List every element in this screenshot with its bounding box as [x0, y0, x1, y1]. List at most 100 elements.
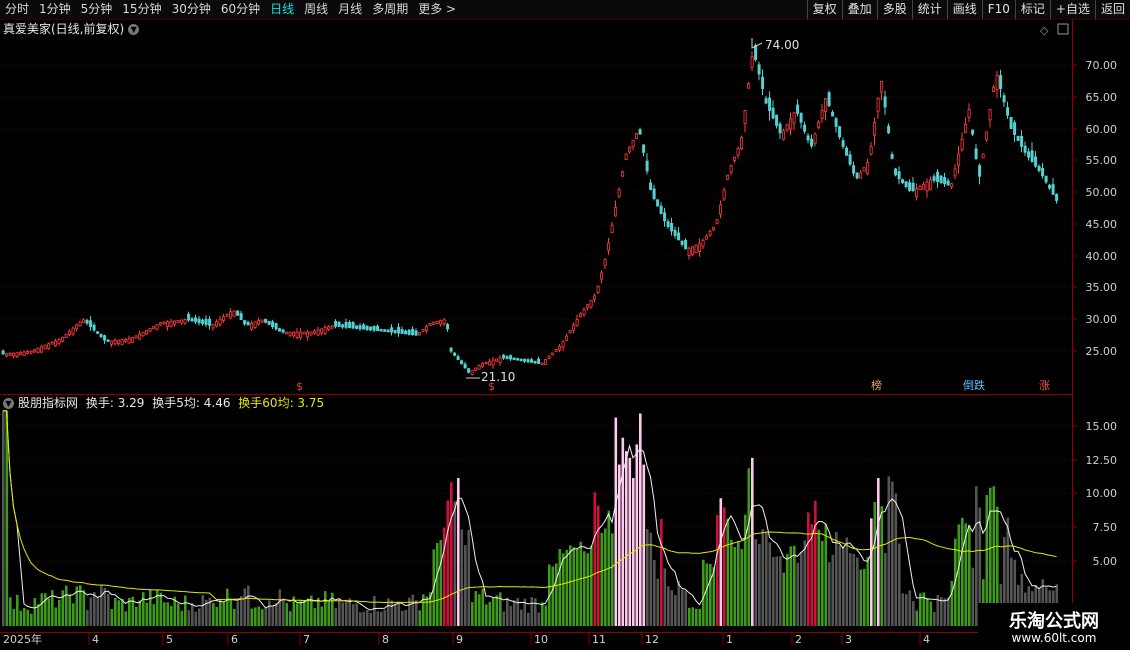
turnover-bar	[383, 609, 387, 626]
turnover-bar	[971, 567, 975, 626]
date-label: 10	[534, 633, 548, 646]
signal-marker: $	[296, 380, 303, 393]
candle-body	[1030, 150, 1034, 163]
candle-body	[54, 340, 58, 347]
turnover-bar	[586, 553, 590, 626]
candle-body	[775, 114, 779, 126]
turnover-bar	[709, 563, 712, 626]
turnover-bar	[184, 595, 187, 626]
turnover-bar	[89, 597, 93, 626]
candle-body	[372, 325, 376, 331]
date-label: 7	[303, 633, 310, 646]
candle-body	[834, 118, 838, 127]
candle-body	[603, 259, 607, 266]
turnover-bar	[814, 500, 817, 626]
turnover-bar	[198, 608, 201, 626]
turnover-bar	[306, 598, 310, 626]
candle-body	[691, 246, 695, 256]
turnover-bar	[635, 444, 639, 626]
candle-body	[190, 318, 194, 322]
turnover-bar	[61, 590, 65, 626]
turnover-bar	[341, 602, 345, 626]
turnover-bar	[446, 500, 450, 626]
turnover-value: 换手: 3.29	[85, 396, 145, 410]
candle-body	[404, 330, 408, 335]
candle-body	[302, 331, 306, 335]
candle-body	[999, 75, 1003, 89]
signal-marker: 榜	[871, 379, 882, 392]
turnover-bar	[425, 596, 429, 626]
candle-body	[547, 355, 551, 359]
candle-body	[883, 96, 887, 108]
turnover-bar	[950, 580, 954, 626]
turnover-bar	[579, 541, 583, 626]
candle-body	[180, 319, 184, 324]
turnover-bar	[723, 507, 726, 626]
candle-body	[841, 140, 845, 147]
turnover-bar	[940, 597, 943, 626]
indicator-legend: ▼ 股朋指标网 换手: 3.29 换手5均: 4.46 换手60均: 3.75	[3, 396, 328, 410]
turnover-bar	[100, 584, 103, 626]
candle-body	[22, 351, 26, 356]
turnover-bar	[240, 596, 243, 626]
turnover-bar	[915, 610, 919, 626]
turnover-bar	[625, 451, 628, 626]
turnover-bar	[488, 601, 492, 626]
candle-body	[670, 223, 674, 232]
indicator-tick-label: 15.00	[1086, 420, 1118, 433]
candle-body	[271, 321, 275, 328]
indicator-collapse-icon[interactable]: ▼	[3, 398, 14, 409]
candle-body	[862, 167, 866, 172]
candle-body	[589, 299, 593, 308]
candle-body	[1006, 107, 1010, 116]
turnover-bar	[649, 532, 653, 626]
turnover-bar	[705, 563, 709, 626]
candle-body	[183, 319, 187, 324]
candle-body	[813, 133, 817, 144]
turnover-bar	[103, 587, 107, 626]
price-tick-label: 70.00	[1086, 59, 1118, 72]
turnover-bar	[334, 607, 338, 626]
turnover-bar	[471, 602, 474, 626]
candle-body	[418, 331, 422, 336]
turnover-bar	[866, 557, 870, 626]
candle-body	[393, 329, 397, 334]
candle-body	[782, 130, 786, 140]
candle-body	[26, 351, 30, 354]
turnover-bar	[597, 505, 600, 626]
candle-body	[873, 122, 877, 136]
candle-body	[586, 304, 590, 309]
candle-body	[1013, 122, 1017, 135]
candle-body	[761, 76, 765, 90]
turnover-bar	[887, 476, 891, 626]
candle-body	[71, 327, 75, 335]
candle-body	[327, 326, 331, 331]
candle-body	[649, 182, 653, 190]
candle-body	[988, 109, 992, 121]
turnover-bar	[236, 601, 240, 626]
candle-body	[197, 318, 201, 324]
turnover-bar	[831, 554, 835, 626]
candle-body	[495, 358, 499, 362]
candle-body	[106, 339, 110, 342]
candle-body	[635, 133, 639, 139]
candle-body	[33, 349, 37, 353]
turnover-bar	[782, 572, 786, 626]
turnover-bar	[555, 563, 558, 626]
date-label: 12	[645, 633, 659, 646]
turnover-bar	[243, 588, 247, 626]
turnover-bar	[961, 517, 964, 626]
price-tick-label: 45.00	[1086, 218, 1118, 231]
candle-body	[442, 319, 446, 325]
turnover-bar	[740, 549, 744, 626]
turnover-bar	[544, 605, 548, 626]
candle-body	[47, 343, 51, 349]
candle-body	[162, 321, 166, 325]
turnover-bar	[285, 603, 289, 626]
candle-body	[348, 321, 352, 329]
candle-body	[764, 98, 768, 104]
candle-body	[792, 112, 796, 124]
candle-body	[145, 329, 149, 335]
candle-body	[894, 168, 898, 176]
indicator-tick-label: 12.50	[1086, 454, 1118, 467]
